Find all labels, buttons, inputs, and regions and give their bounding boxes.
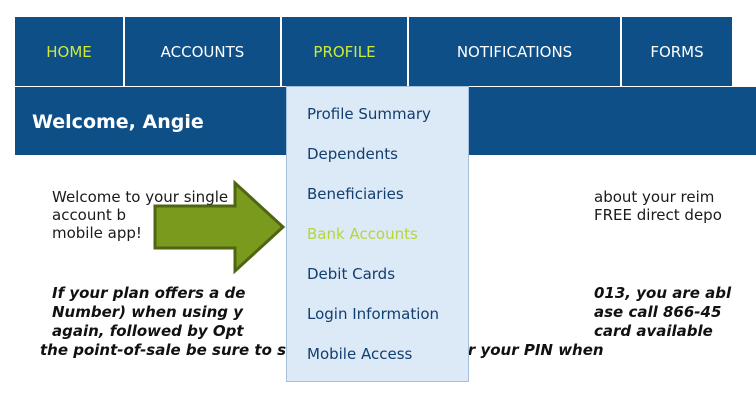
tab-accounts[interactable]: ACCOUNTS	[125, 17, 280, 86]
profile-dropdown-menu: Profile Summary Dependents Beneficiaries…	[286, 86, 469, 382]
menu-item-beneficiaries[interactable]: Beneficiaries	[307, 185, 404, 203]
menu-item-debit-cards[interactable]: Debit Cards	[307, 265, 395, 283]
body-line-6-left: again, followed by Opt	[52, 322, 244, 340]
tab-forms[interactable]: FORMS	[622, 17, 732, 86]
tab-profile[interactable]: PROFILE	[282, 17, 407, 86]
tab-accounts-label: ACCOUNTS	[160, 42, 245, 61]
menu-item-mobile-access[interactable]: Mobile Access	[307, 345, 412, 363]
tab-home-label: HOME	[46, 42, 92, 61]
body-line-5-left: Number) when using y	[52, 303, 244, 321]
menu-item-bank-accounts[interactable]: Bank Accounts	[307, 225, 418, 243]
body-line-6-right: card available	[594, 322, 713, 340]
body-line-4-left: If your plan offers a de	[52, 284, 246, 302]
tab-forms-label: FORMS	[650, 42, 704, 61]
menu-item-profile-summary[interactable]: Profile Summary	[307, 105, 431, 123]
body-line-5-right: ase call 866-45	[594, 303, 722, 321]
menu-item-login-information[interactable]: Login Information	[307, 305, 439, 323]
body-line-3-left: mobile app!	[52, 224, 142, 242]
tab-notifications-label: NOTIFICATIONS	[456, 42, 573, 61]
green-right-arrow-icon	[153, 179, 286, 275]
tab-profile-label: PROFILE	[313, 42, 376, 61]
top-nav: HOME ACCOUNTS PROFILE NOTIFICATIONS FORM…	[15, 17, 756, 86]
body-line-4-right: 013, you are abl	[594, 284, 732, 302]
body-line-2-right: FREE direct depo	[594, 206, 722, 224]
body-line-2-left: account b	[52, 206, 127, 224]
body-line-1-right: about your reim	[594, 188, 715, 206]
tab-home[interactable]: HOME	[15, 17, 123, 86]
page-title: Welcome, Angie	[32, 111, 204, 133]
menu-item-dependents[interactable]: Dependents	[307, 145, 398, 163]
tab-notifications[interactable]: NOTIFICATIONS	[409, 17, 620, 86]
